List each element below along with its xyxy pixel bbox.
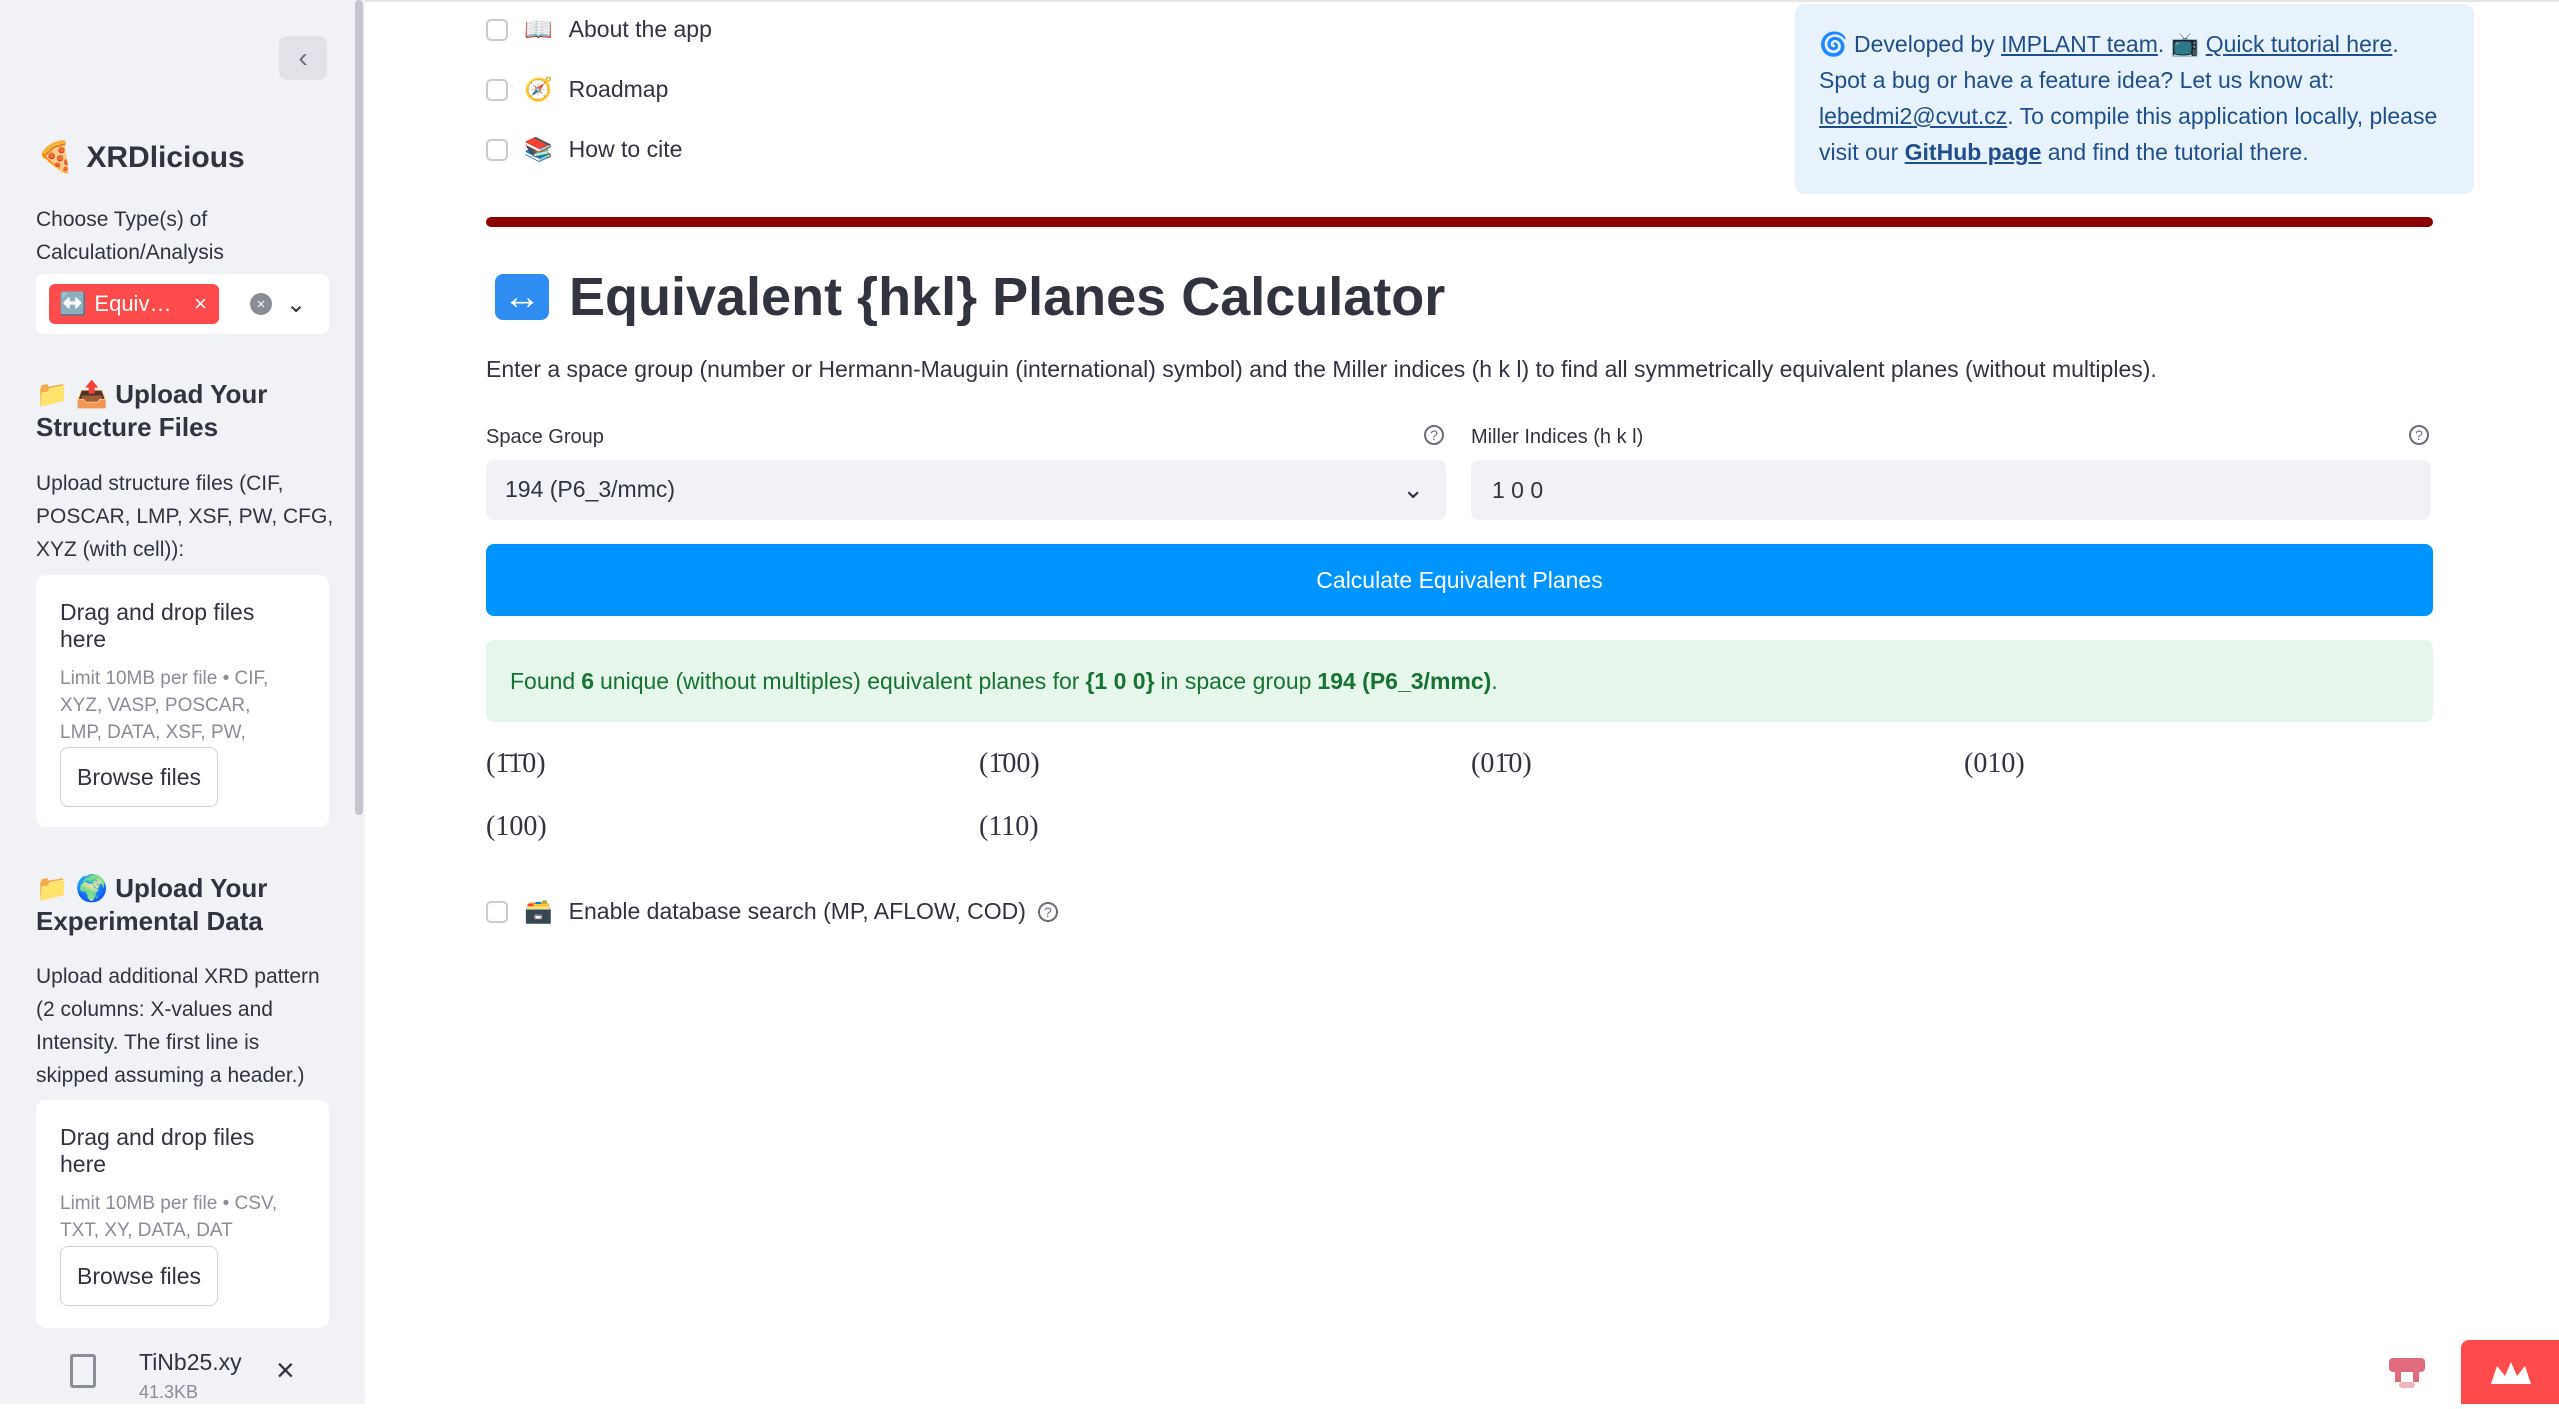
- collapse-sidebar-button[interactable]: ‹: [279, 36, 327, 80]
- browse-structure-button[interactable]: Browse files: [60, 747, 218, 807]
- checkbox-cite[interactable]: 📚 How to cite: [486, 136, 682, 163]
- plane-item: (01̄0): [1471, 748, 1532, 779]
- checkbox-box[interactable]: [486, 900, 508, 923]
- page-title: ↔ Equivalent {hkl} Planes Calculator: [495, 266, 1445, 328]
- calculate-button[interactable]: Calculate Equivalent Planes: [486, 544, 2433, 616]
- space-group-value: 194 (P6_3/mmc): [505, 476, 676, 502]
- compass-icon: 🧭: [524, 76, 553, 102]
- calc-type-label: Choose Type(s) of Calculation/Analysis: [36, 208, 224, 264]
- help-icon[interactable]: ?: [1424, 425, 1444, 445]
- checkbox-box[interactable]: [486, 138, 508, 161]
- result-space-group: 194 (P6_3/mmc): [1317, 667, 1492, 694]
- email-link[interactable]: lebedmi2@cvut.cz: [1819, 103, 2007, 129]
- checkbox-box[interactable]: [486, 78, 508, 101]
- miller-input-wrap[interactable]: [1471, 460, 2431, 520]
- file-icon: [70, 1354, 96, 1388]
- team-link[interactable]: IMPLANT team: [2001, 31, 2158, 57]
- streamlit-mascot-icon[interactable]: [2385, 1352, 2429, 1396]
- plane-item: (1̄1̄0): [486, 748, 546, 779]
- folder-upload-icon: 📁 📤: [36, 379, 108, 409]
- page-title-text: Equivalent {hkl} Planes Calculator: [569, 267, 1446, 327]
- app-title-text: XRDlicious: [86, 140, 245, 174]
- uploaded-file-name: TiNb25.xy: [139, 1349, 242, 1375]
- sidebar: ‹ 🍕 XRDlicious Choose Type(s) of Calcula…: [0, 0, 365, 1404]
- uploaded-file-row: TiNb25.xy 41.3KB ×: [36, 1346, 329, 1404]
- result-alert: Found 6 unique (without multiples) equiv…: [486, 640, 2433, 722]
- help-icon[interactable]: ?: [2409, 425, 2429, 445]
- github-link[interactable]: GitHub page: [1905, 139, 2042, 165]
- uploaded-file-size: 41.3KB: [139, 1382, 199, 1402]
- checkbox-db-search[interactable]: 🗃️ Enable database search (MP, AFLOW, CO…: [486, 898, 1058, 925]
- dropzone-limit: Limit 10MB per file • CSV, TXT, XY, DATA…: [60, 1193, 278, 1241]
- upload-exp-heading: 📁 🌍 Upload Your Experimental Data: [36, 873, 268, 936]
- info-box: 🌀 Developed by IMPLANT team. 📺 Quick tut…: [1795, 4, 2474, 194]
- checkbox-label: Enable database search (MP, AFLOW, COD): [568, 898, 1026, 924]
- file-cabinet-icon: 🗃️: [524, 898, 553, 924]
- upload-exp-label: Upload additional XRD pattern (2 columns…: [36, 965, 320, 1087]
- dropzone-title: Drag and drop files here: [60, 599, 255, 652]
- clear-all-icon[interactable]: ×: [250, 293, 272, 315]
- dropzone-title: Drag and drop files here: [60, 1124, 255, 1177]
- plane-item: (010): [1964, 748, 2025, 779]
- checkbox-label: About the app: [568, 16, 712, 42]
- calculator-description: Enter a space group (number or Hermann-M…: [486, 356, 2157, 382]
- upload-structure-label: Upload structure files (CIF, POSCAR, LMP…: [36, 472, 334, 561]
- book-icon: 📖: [524, 16, 553, 42]
- space-group-select[interactable]: 194 (P6_3/mmc) ⌄: [486, 460, 1446, 520]
- remove-tag-icon[interactable]: ×: [194, 291, 207, 317]
- remove-file-icon[interactable]: ×: [276, 1352, 295, 1389]
- tutorial-link[interactable]: Quick tutorial here: [2206, 31, 2393, 57]
- books-icon: 📚: [524, 136, 553, 162]
- tv-icon: 📺: [2170, 31, 2200, 57]
- result-hkl: {1 0 0}: [1085, 667, 1155, 694]
- miller-input[interactable]: [1490, 476, 2394, 505]
- chevron-down-icon[interactable]: ⌄: [286, 290, 306, 319]
- upload-structure-heading: 📁 📤 Upload Your Structure Files: [36, 379, 268, 442]
- crown-icon: [2491, 1362, 2531, 1384]
- checkbox-about[interactable]: 📖 About the app: [486, 16, 712, 43]
- browse-exp-button[interactable]: Browse files: [60, 1246, 218, 1306]
- app-title: 🍕 XRDlicious: [37, 140, 245, 175]
- spiral-icon: 🌀: [1819, 31, 1848, 57]
- checkbox-label: How to cite: [568, 136, 683, 162]
- plane-item: (1̄00): [979, 748, 1040, 779]
- space-group-label: Space Group: [486, 426, 604, 448]
- plane-item: (100): [486, 811, 547, 842]
- folder-globe-icon: 📁 🌍: [36, 873, 108, 903]
- chevron-down-icon: ⌄: [1402, 474, 1424, 504]
- divider: [486, 217, 2433, 227]
- selected-calc-tag-label: Equiv…: [94, 291, 172, 316]
- result-count: 6: [581, 667, 595, 694]
- selected-calc-tag[interactable]: ↔️ Equiv… ×: [49, 284, 219, 324]
- sidebar-scrollbar[interactable]: [355, 0, 363, 815]
- arrows-icon: ↔️: [59, 291, 87, 316]
- structure-dropzone[interactable]: Drag and drop files here Limit 10MB per …: [36, 575, 329, 827]
- calc-type-multiselect[interactable]: ↔️ Equiv… × × ⌄: [36, 274, 329, 334]
- plane-item: (110): [979, 811, 1039, 842]
- deploy-badge[interactable]: [2461, 1340, 2559, 1404]
- help-icon[interactable]: ?: [1037, 901, 1058, 922]
- pizza-icon: 🍕: [37, 141, 75, 174]
- miller-label: Miller Indices (h k l): [1471, 426, 1644, 448]
- exp-dropzone[interactable]: Drag and drop files here Limit 10MB per …: [36, 1100, 329, 1328]
- main-content: 📖 About the app 🧭 Roadmap 📚 How to cite …: [365, 0, 2559, 1404]
- checkbox-label: Roadmap: [568, 76, 669, 102]
- checkbox-box[interactable]: [486, 18, 508, 41]
- chevron-left-icon: ‹: [298, 42, 308, 73]
- checkbox-roadmap[interactable]: 🧭 Roadmap: [486, 76, 668, 103]
- left-right-arrow-icon: ↔: [495, 274, 549, 320]
